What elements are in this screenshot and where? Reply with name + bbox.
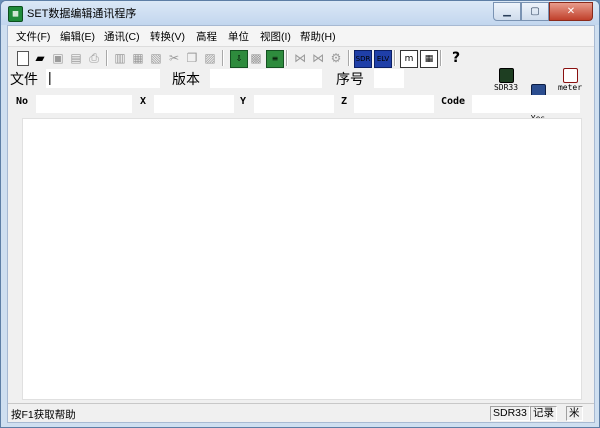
open-folder-icon[interactable]: ▰ (32, 50, 48, 66)
app-window: ▦ SET数据编辑通讯程序 ▁ ▢ ✕ 文件(F) 编辑(E) 通讯(C) 转换… (0, 0, 600, 428)
status-format-pane: SDR33 (490, 406, 530, 421)
no-label: No (16, 96, 29, 107)
meter-table-icon[interactable]: m (400, 50, 418, 68)
sdr-mode-indicator[interactable]: SDR33 (488, 68, 524, 92)
status-record-pane: 记录 (530, 406, 557, 421)
close-button[interactable]: ✕ (549, 2, 593, 21)
toolbar-separator (440, 50, 442, 66)
status-unit-pane: 米 (566, 406, 583, 421)
file-field[interactable]: | (46, 69, 160, 88)
file-label: 文件 (10, 71, 38, 87)
cut-doc-icon[interactable]: ▥ (112, 50, 128, 66)
menu-communication[interactable]: 通讯(C) (104, 29, 140, 44)
menu-convert[interactable]: 转换(V) (150, 29, 185, 44)
window-title: SET数据编辑通讯程序 (27, 8, 137, 20)
menu-help[interactable]: 帮助(H) (300, 29, 336, 44)
scissors-icon[interactable]: ✂ (166, 50, 182, 66)
no-field[interactable] (36, 95, 132, 113)
print-icon[interactable]: ⎙ (86, 50, 102, 66)
window-controls: ▁ ▢ ✕ (493, 2, 593, 21)
sdr-icon (498, 68, 514, 83)
copy-icon[interactable]: ❐ (184, 50, 200, 66)
sdr-icon[interactable]: SDR (354, 50, 372, 68)
edit-doc-icon[interactable]: ▦ (130, 50, 146, 66)
file-value: | (48, 69, 52, 85)
new-file-icon[interactable] (14, 50, 30, 66)
menu-elevation[interactable]: 高程 (196, 29, 217, 44)
convert-icon[interactable]: ⚙ (328, 50, 344, 66)
version-field[interactable] (210, 69, 322, 88)
y-field[interactable] (254, 95, 334, 113)
z-label: Z (341, 96, 348, 107)
data-list[interactable] (22, 118, 582, 400)
save-all-icon[interactable]: ▤ (68, 50, 84, 66)
menu-file[interactable]: 文件(F) (16, 29, 50, 44)
toolbar-separator (222, 50, 224, 66)
x-field[interactable] (154, 95, 234, 113)
maximize-button[interactable]: ▢ (521, 2, 549, 21)
elevation-icon[interactable]: ELV (374, 50, 392, 68)
send-data-icon[interactable]: ⋈ (292, 50, 308, 66)
help-icon[interactable]: ? (448, 50, 464, 66)
status-help-text: 按F1获取帮助 (11, 409, 76, 421)
minimize-button[interactable]: ▁ (493, 2, 521, 21)
serial-field[interactable] (374, 69, 404, 88)
title-bar[interactable]: ▦ SET数据编辑通讯程序 ▁ ▢ ✕ (1, 1, 599, 25)
meter-icon (562, 68, 578, 83)
serial-label: 序号 (336, 71, 364, 87)
toolbar-separator (394, 50, 396, 66)
client-area: 文件(F) 编辑(E) 通讯(C) 转换(V) 高程 单位 视图(I) 帮助(H… (7, 25, 595, 423)
version-label: 版本 (172, 71, 200, 87)
unit-mode-label: meter (557, 83, 583, 92)
menu-unit[interactable]: 单位 (228, 29, 249, 44)
unit-mode-indicator[interactable]: meter (552, 68, 588, 92)
z-field[interactable] (354, 95, 434, 113)
export-icon[interactable]: ▩ (248, 50, 264, 66)
x-label: X (140, 96, 147, 107)
receive-icon[interactable]: ⇩ (230, 50, 248, 68)
toolbar-separator (286, 50, 288, 66)
code-field[interactable] (472, 95, 580, 113)
y-label: Y (240, 96, 247, 107)
sdr-mode-label: SDR33 (493, 83, 519, 92)
status-bar: 按F1获取帮助 SDR33 记录 米 (8, 403, 594, 422)
code-label: Code (441, 96, 466, 107)
paste-icon[interactable]: ▨ (202, 50, 218, 66)
menu-view[interactable]: 视图(I) (260, 29, 291, 44)
menu-edit[interactable]: 编辑(E) (60, 29, 95, 44)
calculator-icon[interactable]: ▦ (420, 50, 438, 68)
transfer-icon[interactable]: ⋈ (310, 50, 326, 66)
paste-doc-icon[interactable]: ▧ (148, 50, 164, 66)
save-icon[interactable]: ▣ (50, 50, 66, 66)
menu-bar: 文件(F) 编辑(E) 通讯(C) 转换(V) 高程 单位 视图(I) 帮助(H… (8, 26, 594, 46)
book-icon[interactable]: ≡ (266, 50, 284, 68)
toolbar: ▰ ▣ ▤ ⎙ ▥ ▦ ▧ ✂ ❐ ▨ ⇩ ▩ ≡ ⋈ ⋈ ⚙ SDR ELV … (8, 46, 594, 70)
app-icon: ▦ (8, 6, 23, 22)
toolbar-separator (348, 50, 350, 66)
toolbar-separator (106, 50, 108, 66)
